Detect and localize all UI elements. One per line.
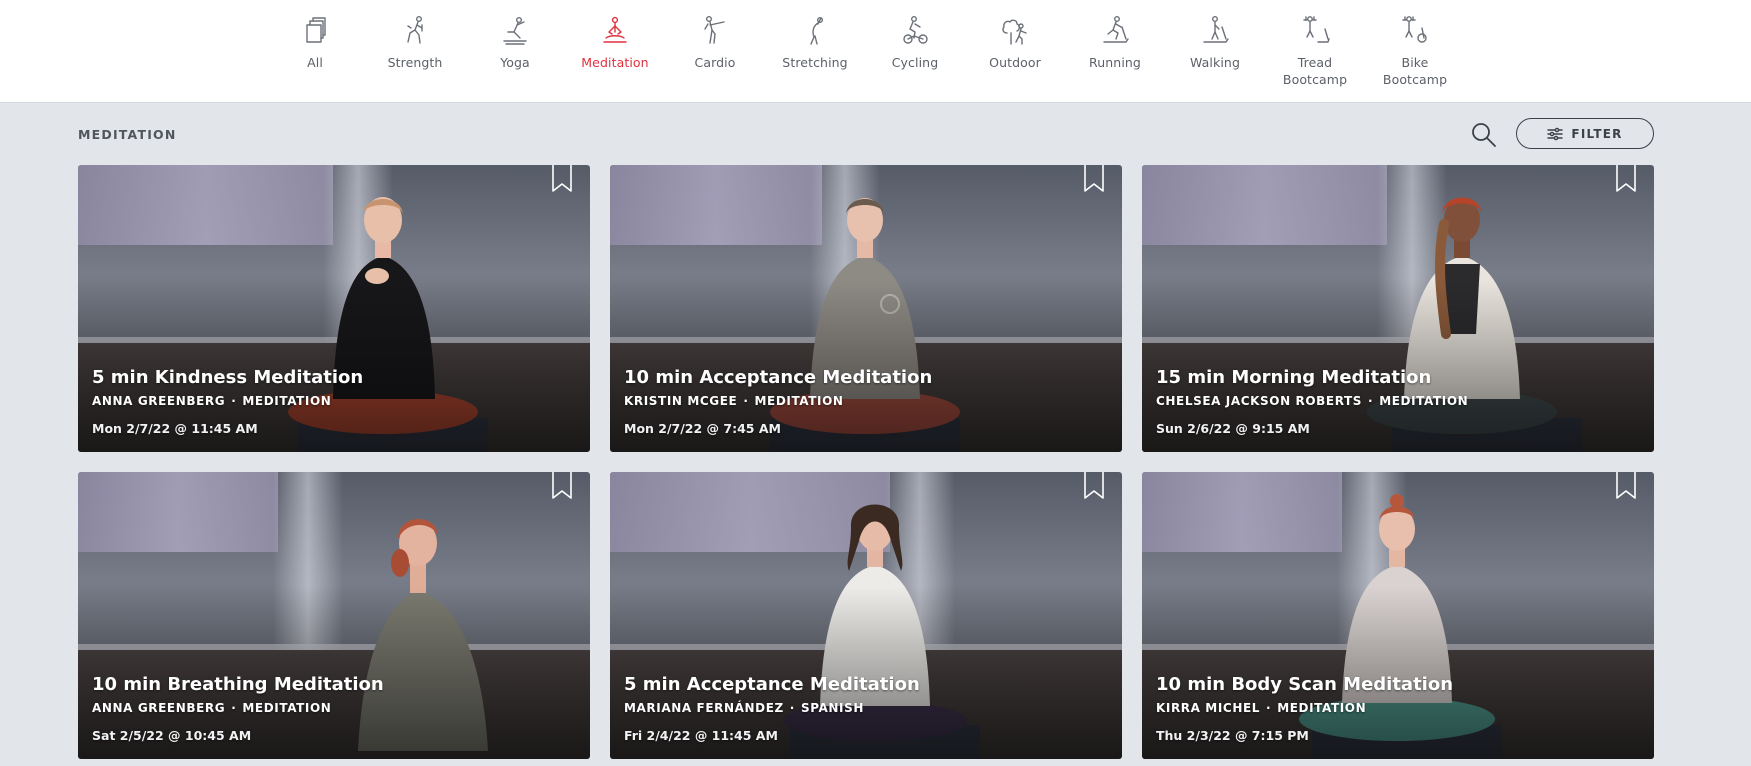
yoga-icon xyxy=(498,14,532,48)
category-label: Cardio xyxy=(694,55,736,70)
bookmark-icon xyxy=(1084,165,1104,192)
bookmark-icon xyxy=(552,472,572,499)
class-card[interactable]: 15 min Morning Meditation CHELSEA JACKSO… xyxy=(1142,165,1654,452)
class-title: 10 min Body Scan Meditation xyxy=(1156,674,1454,695)
cycling-icon xyxy=(898,14,932,48)
bookmark-button[interactable] xyxy=(1614,165,1638,193)
class-title: 5 min Kindness Meditation xyxy=(92,367,364,388)
category-label: Walking xyxy=(1190,55,1240,70)
class-card[interactable]: 5 min Kindness Meditation ANNA GREENBERG… xyxy=(78,165,590,452)
bookmark-icon xyxy=(1616,472,1636,499)
category-label: All xyxy=(307,55,323,70)
instructor-name: KIRRA MICHEL xyxy=(1156,701,1261,715)
separator-dot: · xyxy=(1368,394,1374,408)
category-label: Yoga xyxy=(500,55,530,70)
separator-dot: · xyxy=(789,701,795,715)
category-label: Cycling xyxy=(891,55,939,70)
class-date: Mon 2/7/22 @ 7:45 AM xyxy=(624,421,781,436)
class-meta: KRISTIN MCGEE · MEDITATION xyxy=(624,394,844,408)
bike-bootcamp-icon xyxy=(1398,14,1432,48)
category-label: Outdoor xyxy=(989,55,1041,70)
category-all[interactable]: All xyxy=(270,14,360,71)
class-date: Fri 2/4/22 @ 11:45 AM xyxy=(624,728,778,743)
meditation-icon xyxy=(598,14,632,48)
instructor-name: CHELSEA JACKSON ROBERTS xyxy=(1156,394,1363,408)
category-walking[interactable]: Walking xyxy=(1170,14,1260,71)
category-bike-bootcamp[interactable]: Bike Bootcamp xyxy=(1370,14,1460,88)
class-title: 5 min Acceptance Meditation xyxy=(624,674,920,695)
filter-label: FILTER xyxy=(1571,126,1623,141)
category-label: Stretching xyxy=(782,55,848,70)
outdoor-icon xyxy=(998,14,1032,48)
bookmark-icon xyxy=(552,165,572,192)
class-discipline: MEDITATION xyxy=(754,394,844,408)
strength-icon xyxy=(398,14,432,48)
category-cardio[interactable]: Cardio xyxy=(670,14,760,71)
category-label: Bike Bootcamp xyxy=(1382,55,1448,87)
class-discipline: MEDITATION xyxy=(242,701,332,715)
bookmark-button[interactable] xyxy=(1082,472,1106,500)
search-button[interactable] xyxy=(1470,121,1498,149)
class-date: Mon 2/7/22 @ 11:45 AM xyxy=(92,421,258,436)
bookmark-button[interactable] xyxy=(1614,472,1638,500)
class-meta: CHELSEA JACKSON ROBERTS · MEDITATION xyxy=(1156,394,1468,408)
class-discipline: SPANISH xyxy=(800,701,864,715)
class-title: 10 min Acceptance Meditation xyxy=(624,367,933,388)
bookmark-icon xyxy=(1084,472,1104,499)
section-title: MEDITATION xyxy=(78,127,177,142)
class-discipline: MEDITATION xyxy=(242,394,332,408)
instructor-name: KRISTIN MCGEE xyxy=(624,394,738,408)
stretching-icon xyxy=(798,14,832,48)
bookmark-button[interactable] xyxy=(550,165,574,193)
category-cycling[interactable]: Cycling xyxy=(870,14,960,71)
instructor-name: MARIANA FERNÁNDEZ xyxy=(624,701,784,715)
category-tread-bootcamp[interactable]: Tread Bootcamp xyxy=(1270,14,1360,88)
class-meta: MARIANA FERNÁNDEZ · SPANISH xyxy=(624,701,864,715)
filter-button[interactable]: FILTER xyxy=(1516,118,1654,149)
category-label: Tread Bootcamp xyxy=(1282,55,1348,87)
class-date: Thu 2/3/22 @ 7:15 PM xyxy=(1156,728,1309,743)
tread-bootcamp-icon xyxy=(1298,14,1332,48)
separator-dot: · xyxy=(743,394,749,408)
category-nav: All Strength Yoga Meditation Cardio Stre… xyxy=(0,0,1751,103)
class-card[interactable]: 5 min Acceptance Meditation MARIANA FERN… xyxy=(610,472,1122,759)
category-label: Running xyxy=(1089,55,1141,70)
bookmark-button[interactable] xyxy=(1082,165,1106,193)
class-card[interactable]: 10 min Body Scan Meditation KIRRA MICHEL… xyxy=(1142,472,1654,759)
class-discipline: MEDITATION xyxy=(1379,394,1469,408)
class-card[interactable]: 10 min Acceptance Meditation KRISTIN MCG… xyxy=(610,165,1122,452)
search-icon xyxy=(1472,123,1496,147)
walking-icon xyxy=(1198,14,1232,48)
category-strength[interactable]: Strength xyxy=(370,14,460,71)
class-meta: KIRRA MICHEL · MEDITATION xyxy=(1156,701,1366,715)
class-discipline: MEDITATION xyxy=(1277,701,1367,715)
class-meta: ANNA GREENBERG · MEDITATION xyxy=(92,701,331,715)
class-meta: ANNA GREENBERG · MEDITATION xyxy=(92,394,331,408)
class-card[interactable]: 10 min Breathing Meditation ANNA GREENBE… xyxy=(78,472,590,759)
instructor-name: ANNA GREENBERG xyxy=(92,701,226,715)
separator-dot: · xyxy=(231,701,237,715)
category-running[interactable]: Running xyxy=(1070,14,1160,71)
category-yoga[interactable]: Yoga xyxy=(470,14,560,71)
class-title: 10 min Breathing Meditation xyxy=(92,674,384,695)
all-classes-icon xyxy=(298,14,332,48)
category-stretching[interactable]: Stretching xyxy=(770,14,860,71)
category-outdoor[interactable]: Outdoor xyxy=(970,14,1060,71)
category-meditation[interactable]: Meditation xyxy=(570,14,660,71)
running-icon xyxy=(1098,14,1132,48)
separator-dot: · xyxy=(231,394,237,408)
category-label: Strength xyxy=(387,55,443,70)
separator-dot: · xyxy=(1266,701,1272,715)
class-date: Sun 2/6/22 @ 9:15 AM xyxy=(1156,421,1310,436)
sliders-icon xyxy=(1547,127,1564,140)
cardio-icon xyxy=(698,14,732,48)
class-date: Sat 2/5/22 @ 10:45 AM xyxy=(92,728,252,743)
category-label: Meditation xyxy=(581,55,649,70)
bookmark-button[interactable] xyxy=(550,472,574,500)
class-title: 15 min Morning Meditation xyxy=(1156,367,1432,388)
bookmark-icon xyxy=(1616,165,1636,192)
instructor-name: ANNA GREENBERG xyxy=(92,394,226,408)
